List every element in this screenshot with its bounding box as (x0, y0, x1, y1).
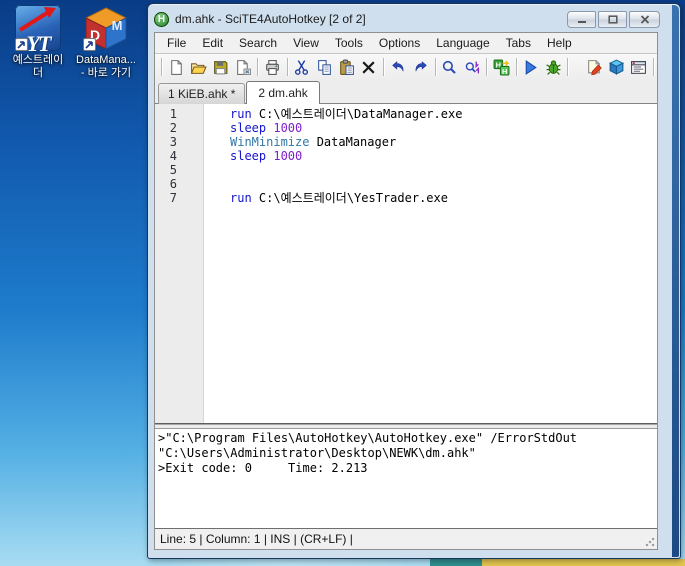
copy-icon[interactable] (313, 56, 335, 78)
code-line[interactable]: run C:\예스트레이더\DataManager.exe (230, 107, 657, 121)
toolbar-separator (161, 58, 162, 76)
form-editor-icon[interactable] (628, 56, 650, 78)
line-number: 3 (155, 135, 203, 149)
window-content: FileEditSearchViewToolsOptionsLanguageTa… (154, 32, 658, 550)
toolbar-separator (257, 58, 258, 76)
run-script-icon[interactable] (520, 56, 542, 78)
minimize-icon (577, 15, 587, 24)
code-line[interactable]: sleep 1000 (230, 149, 657, 163)
tab-2-dm-ahk[interactable]: 2 dm.ahk (246, 81, 319, 104)
scite-window: H dm.ahk - SciTE4AutoHotkey [2 of 2] Fil… (147, 3, 681, 559)
line-number: 4 (155, 149, 203, 163)
close-file-icon[interactable] (232, 56, 254, 78)
toolbar: HH (155, 54, 657, 80)
toolbar-separator (287, 58, 288, 76)
bottom-edge-item-teal (430, 559, 482, 566)
output-line: "C:\Users\Administrator\Desktop\NEWK\dm.… (158, 446, 657, 461)
toolbar-separator (516, 58, 517, 76)
line-number: 5 (155, 163, 203, 177)
menu-tabs[interactable]: Tabs (498, 33, 539, 53)
code-area[interactable]: run C:\예스트레이더\DataManager.exesleep 1000W… (216, 104, 657, 423)
app-icon: H (154, 12, 169, 27)
line-number: 2 (155, 121, 203, 135)
menu-help[interactable]: Help (539, 33, 580, 53)
toolbar-separator (653, 58, 654, 76)
code-line[interactable] (230, 163, 657, 177)
datamanager-icon: D M (83, 5, 129, 51)
delete-icon[interactable] (358, 56, 380, 78)
line-number: 7 (155, 191, 203, 205)
save-file-icon[interactable] (210, 56, 232, 78)
yestrader-label-line2: 더 (4, 67, 72, 80)
status-text: Line: 5 | Column: 1 | INS | (CR+LF) | (160, 532, 353, 546)
toolbar-separator (486, 58, 487, 76)
window-controls (567, 11, 660, 28)
print-icon[interactable] (261, 56, 283, 78)
code-line[interactable]: sleep 1000 (230, 121, 657, 135)
replace-icon[interactable] (461, 56, 483, 78)
code-line[interactable] (230, 177, 657, 191)
find-icon[interactable] (439, 56, 461, 78)
output-line: >"C:\Program Files\AutoHotkey\AutoHotkey… (158, 431, 657, 446)
open-file-icon[interactable] (187, 56, 209, 78)
resize-grip[interactable] (645, 537, 655, 547)
output-line: >Exit code: 0 Time: 2.213 (158, 461, 657, 476)
yestrader-icon: YT (15, 5, 61, 51)
tab-1-kieb-ahk[interactable]: 1 KiEB.ahk * (158, 83, 245, 104)
close-button[interactable] (629, 11, 660, 28)
tab-bar: 1 KiEB.ahk *2 dm.ahk (155, 80, 657, 104)
paste-icon[interactable] (335, 56, 357, 78)
toolbar-separator (435, 58, 436, 76)
title-bar[interactable]: H dm.ahk - SciTE4AutoHotkey [2 of 2] (154, 6, 664, 32)
new-file-icon[interactable] (165, 56, 187, 78)
package-build-icon[interactable] (605, 56, 627, 78)
menu-view[interactable]: View (285, 33, 327, 53)
menu-edit[interactable]: Edit (194, 33, 231, 53)
desktop-icon-yestrader[interactable]: YT 예스트레이 더 (4, 5, 72, 80)
maximize-button[interactable] (598, 11, 627, 28)
menu-bar: FileEditSearchViewToolsOptionsLanguageTa… (155, 33, 657, 54)
datamanager-label-line1: DataMana... (72, 54, 140, 67)
svg-text:H: H (502, 66, 507, 75)
cut-icon[interactable] (291, 56, 313, 78)
bottom-edge-item-yellow (482, 559, 685, 566)
line-number-margin[interactable]: 1234567 (155, 104, 204, 423)
fold-margin[interactable] (204, 104, 216, 423)
code-line[interactable]: run C:\예스트레이더\YesTrader.exe (230, 191, 657, 205)
desktop: YT 예스트레이 더 D M DataMana... - 바로 가 (0, 0, 685, 566)
menu-language[interactable]: Language (428, 33, 497, 53)
ahk-convert-icon[interactable]: HH (490, 56, 512, 78)
up-arrow-icon (16, 6, 60, 32)
window-title: dm.ahk - SciTE4AutoHotkey [2 of 2] (175, 12, 366, 26)
minimize-button[interactable] (567, 11, 596, 28)
line-number: 1 (155, 107, 203, 121)
line-number: 6 (155, 177, 203, 191)
menu-file[interactable]: File (159, 33, 194, 53)
desktop-icon-datamanager[interactable]: D M DataMana... - 바로 가기 (72, 5, 140, 80)
context-help-icon[interactable] (583, 56, 605, 78)
output-pane[interactable]: >"C:\Program Files\AutoHotkey\AutoHotkey… (155, 428, 657, 528)
maximize-icon (608, 15, 618, 24)
status-bar: Line: 5 | Column: 1 | INS | (CR+LF) | (155, 528, 657, 549)
datamanager-label-line2: - 바로 가기 (72, 67, 140, 80)
toolbar-separator (567, 58, 568, 76)
code-line[interactable]: WinMinimize DataManager (230, 135, 657, 149)
yestrader-monogram: YT (27, 37, 50, 50)
toolbar-separator (383, 58, 384, 76)
code-editor[interactable]: 1234567 run C:\예스트레이더\DataManager.exesle… (155, 104, 657, 423)
undo-icon[interactable] (387, 56, 409, 78)
menu-tools[interactable]: Tools (327, 33, 371, 53)
shortcut-arrow-badge (15, 38, 28, 51)
debug-script-icon[interactable] (542, 56, 564, 78)
close-icon (640, 15, 650, 24)
redo-icon[interactable] (409, 56, 431, 78)
shortcut-arrow-badge (83, 38, 96, 51)
datamanager-side-letter: M (112, 18, 123, 33)
menu-options[interactable]: Options (371, 33, 428, 53)
menu-search[interactable]: Search (231, 33, 285, 53)
